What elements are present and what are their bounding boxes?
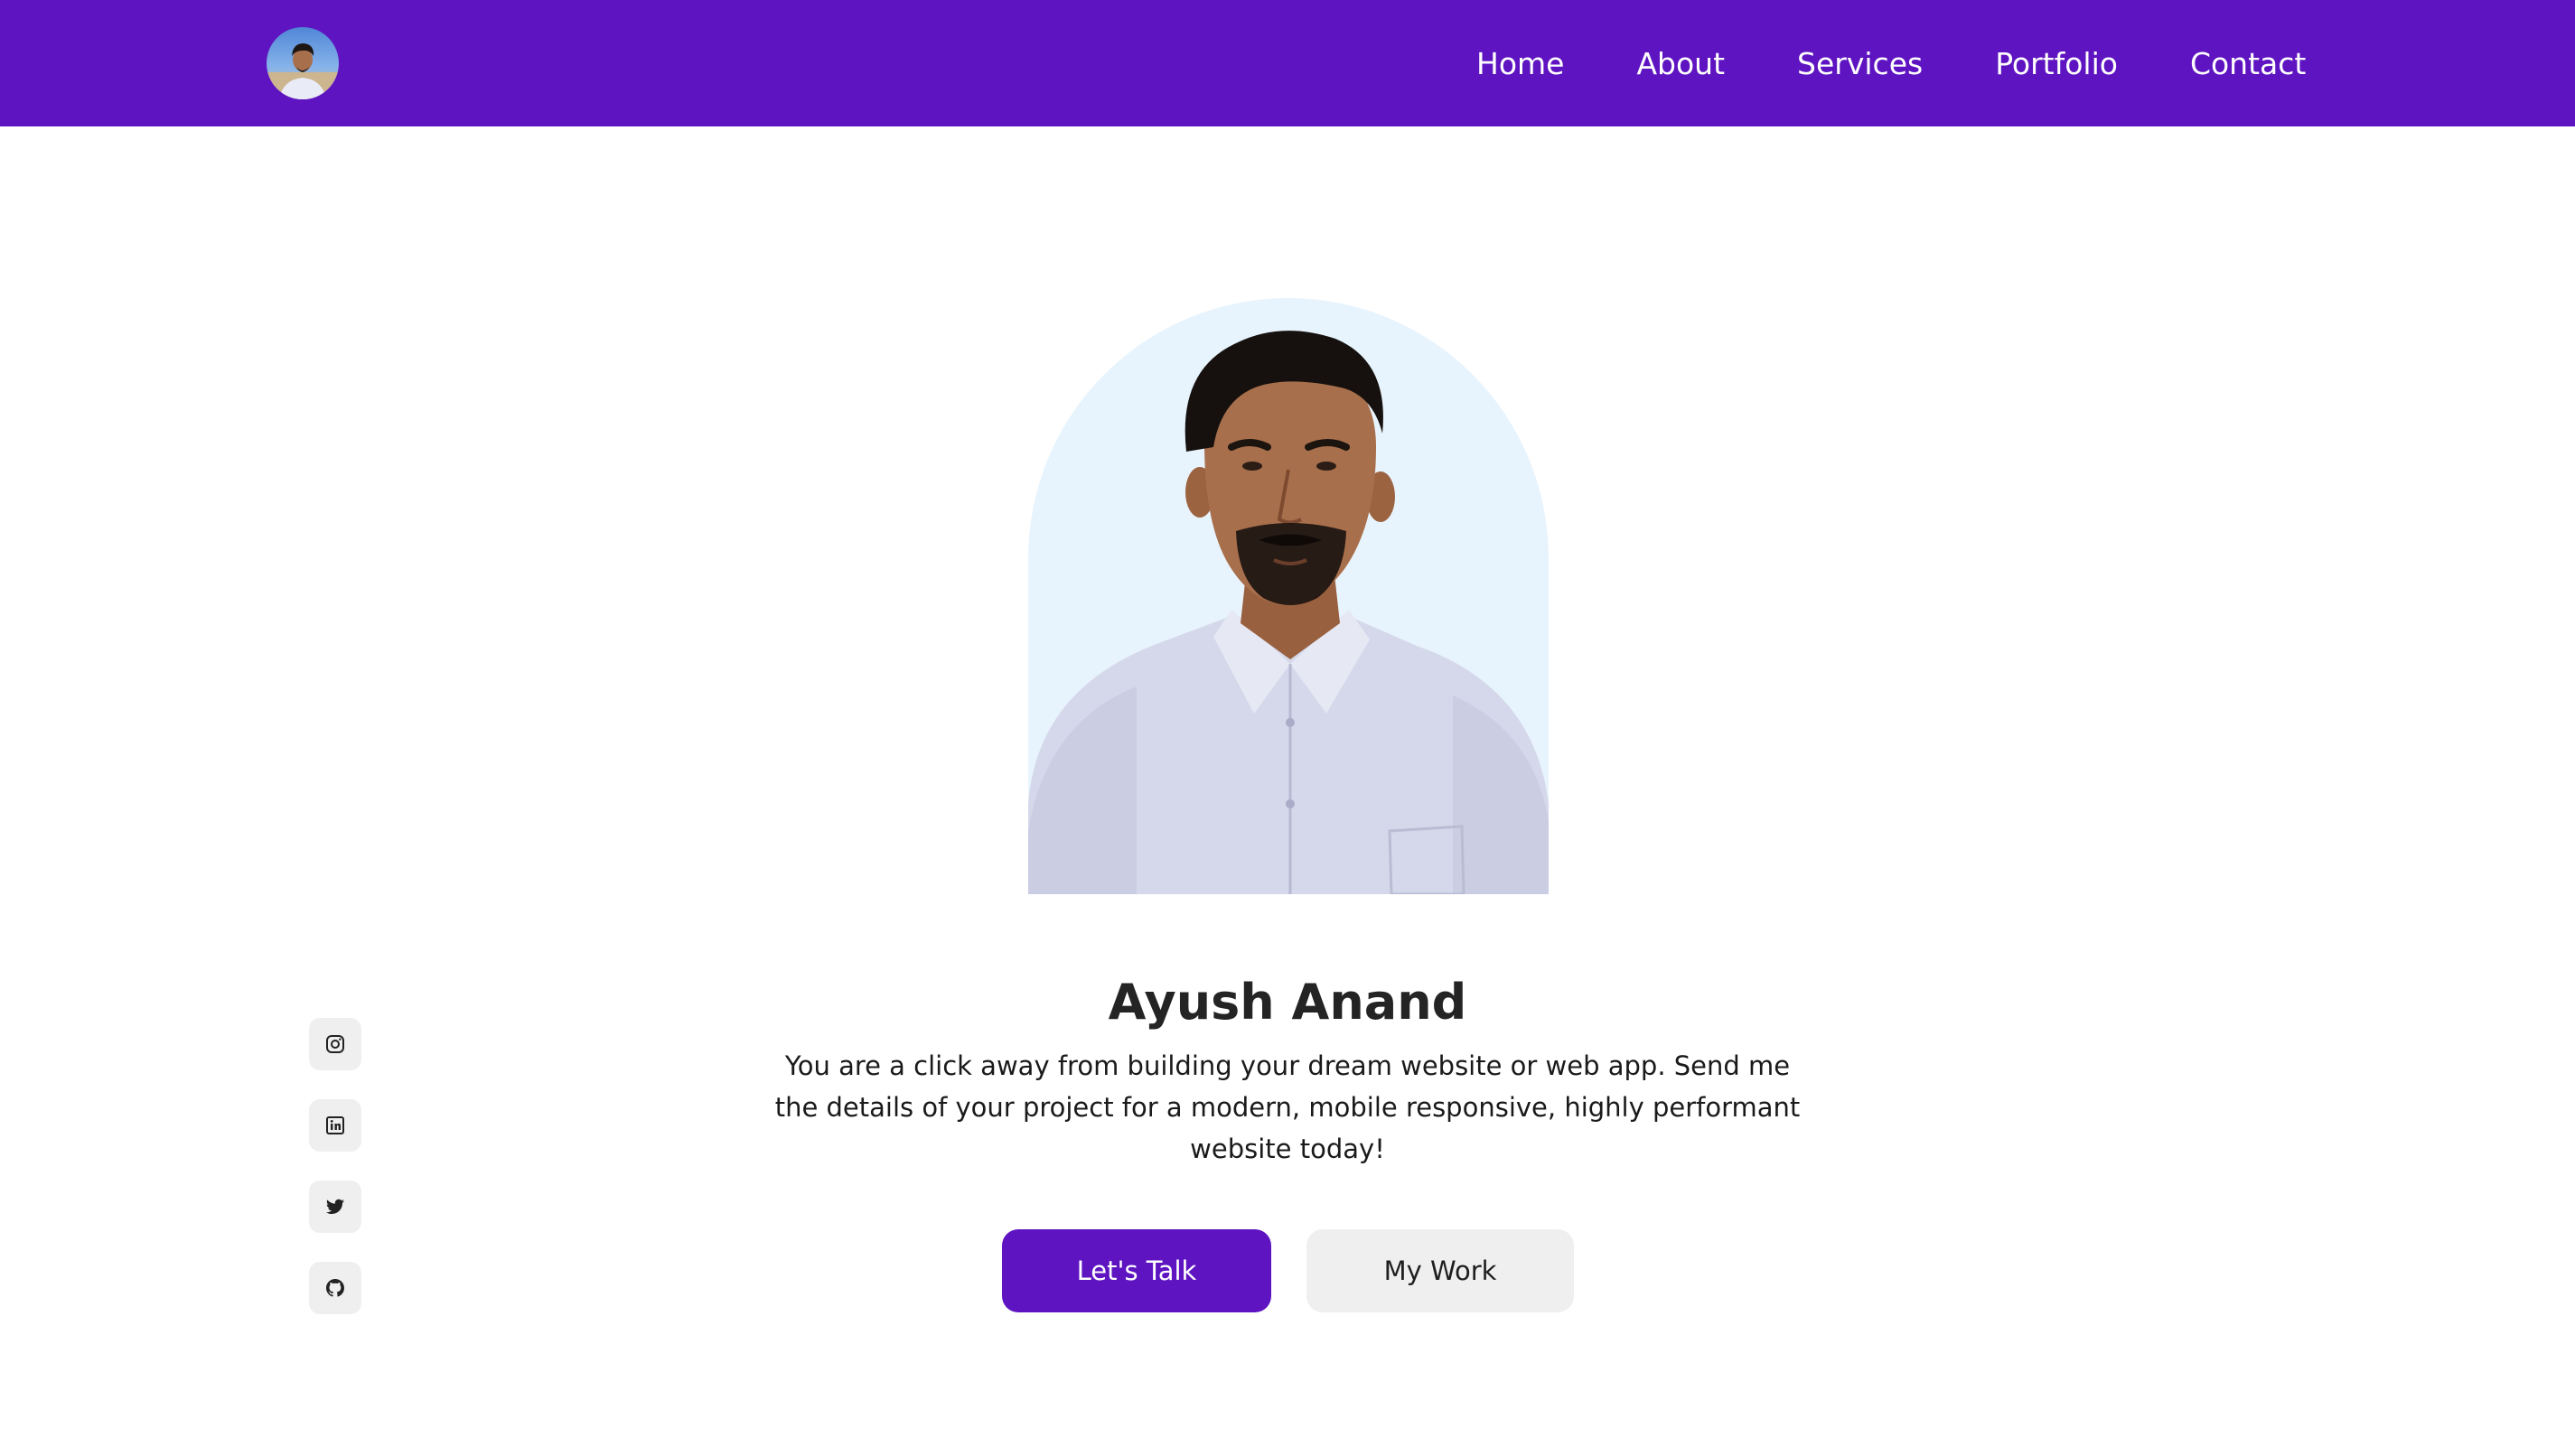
profile-avatar[interactable]	[267, 27, 339, 99]
social-links	[309, 1018, 361, 1314]
hero-description: You are a click away from building your …	[774, 1050, 1801, 1164]
nav-about[interactable]: About	[1636, 46, 1725, 81]
nav-contact[interactable]: Contact	[2190, 46, 2306, 81]
instagram-link[interactable]	[309, 1018, 361, 1070]
navbar: Home About Services Portfolio Contact	[0, 0, 2575, 126]
avatar-photo-icon	[267, 43, 339, 99]
lets-talk-button[interactable]: Let's Talk	[1002, 1229, 1271, 1312]
twitter-link[interactable]	[309, 1181, 361, 1233]
portrait-illustration-icon	[1028, 331, 1549, 894]
instagram-icon	[326, 1035, 344, 1053]
nav-portfolio[interactable]: Portfolio	[1995, 46, 2118, 81]
linkedin-icon	[326, 1116, 344, 1134]
nav-home[interactable]: Home	[1476, 46, 1564, 81]
my-work-button[interactable]: My Work	[1306, 1229, 1574, 1312]
linkedin-link[interactable]	[309, 1099, 361, 1152]
github-icon	[326, 1279, 344, 1297]
twitter-icon	[326, 1199, 344, 1214]
profile-photo	[1028, 298, 1549, 894]
nav-services[interactable]: Services	[1797, 46, 1923, 81]
github-link[interactable]	[309, 1262, 361, 1314]
main-nav: Home About Services Portfolio Contact	[1446, 0, 2306, 126]
hero-name: Ayush Anand	[1108, 974, 1467, 1031]
